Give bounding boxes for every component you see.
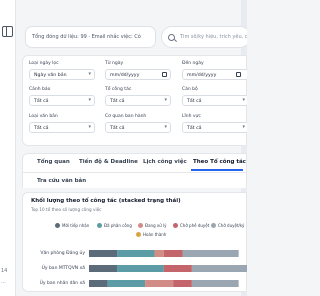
- bar-segment[interactable]: [163, 250, 183, 257]
- sidebar-toggle-icon[interactable]: [2, 26, 13, 37]
- filter-label-loai-ngay-loc: Loại ngày lọc: [29, 61, 59, 66]
- tab-divider: [23, 172, 247, 173]
- linh-vuc-select[interactable]: Tất cả: [182, 122, 247, 133]
- bar-segment[interactable]: [89, 280, 108, 287]
- filter-label-co-quan-ban-hanh: Cơ quan ban hành: [105, 114, 147, 119]
- bar-segment[interactable]: [191, 265, 247, 272]
- den-ngay-date-input[interactable]: mm/dd/yyyy: [182, 69, 247, 80]
- bar-segment[interactable]: [154, 250, 164, 257]
- loai-ngay-loc-select[interactable]: Ngày văn bản: [29, 69, 95, 80]
- calendar-icon[interactable]: [162, 72, 167, 77]
- bar-segment[interactable]: [107, 280, 146, 287]
- rail-bottom-text: 14: [1, 268, 8, 274]
- filter-label-canh-bao: Cảnh báo: [29, 87, 51, 92]
- bar-segment[interactable]: [145, 280, 174, 287]
- left-rail: 14 ...: [0, 0, 16, 296]
- search-icon: [168, 33, 175, 41]
- filter-label-to-cong-tac: Tổ công tác: [105, 87, 132, 92]
- den-ngay-value: mm/dd/yyyy: [187, 72, 217, 78]
- stacked-bar-chart: [89, 250, 247, 287]
- tab-theo-to-cong-tac[interactable]: Theo Tổ công tác: [193, 159, 246, 165]
- calendar-icon[interactable]: [236, 72, 241, 77]
- filter-label-can-bo: Cán bộ: [182, 87, 198, 92]
- chart-panel: Khối lượng theo tổ công tác (stacked trạ…: [22, 192, 247, 292]
- to-cong-tac-select[interactable]: Tất cả: [105, 95, 171, 106]
- bar-segment[interactable]: [89, 250, 118, 257]
- filter-label-linh-vuc: Lĩnh vực: [182, 114, 201, 119]
- filter-label-tu-ngay: Từ ngày: [105, 61, 124, 66]
- rail-bottom-text-2: ...: [1, 279, 6, 285]
- tab-tien-do[interactable]: Tiến độ & Deadline: [79, 159, 138, 165]
- canh-bao-select[interactable]: Tất cả: [29, 95, 95, 106]
- filter-label-loai-van-ban: Loại văn bản: [29, 114, 58, 119]
- loai-van-ban-select[interactable]: Tất cả: [29, 122, 95, 133]
- tu-ngay-date-input[interactable]: mm/dd/yyyy: [105, 69, 171, 80]
- search-box[interactable]: [161, 26, 247, 48]
- bar-segment[interactable]: [182, 250, 239, 257]
- filter-panel: Loại ngày lọc Ngày văn bản Từ ngày mm/dd…: [22, 55, 247, 146]
- bar-segment[interactable]: [163, 265, 192, 272]
- active-tab-indicator: [191, 169, 243, 171]
- summary-text: Tổng đóng dữ liệu: 99 · Email nhắc việc:…: [25, 26, 156, 48]
- bar-segment[interactable]: [117, 250, 155, 257]
- bar-segment[interactable]: [173, 280, 192, 287]
- co-quan-ban-hanh-select[interactable]: Tất cả: [105, 122, 171, 133]
- can-bo-select[interactable]: Tất cả: [182, 95, 247, 106]
- filter-label-den-ngay: Đến ngày: [182, 61, 204, 66]
- bar-segment[interactable]: [89, 265, 118, 272]
- dashboard-page: 14 ... Tổng đóng dữ liệu: 99 · Email nhắ…: [0, 0, 247, 296]
- tab-tong-quan[interactable]: Tổng quan: [37, 159, 70, 165]
- tab-bar: Tổng quan Tiến độ & Deadline Lịch công v…: [22, 153, 247, 188]
- search-input[interactable]: [180, 34, 247, 40]
- bar-segment[interactable]: [191, 280, 239, 287]
- tab-lich-cong-viec[interactable]: Lịch công việc: [143, 159, 187, 165]
- header: Tổng đóng dữ liệu: 99 · Email nhắc việc:…: [22, 18, 247, 53]
- bar-segment[interactable]: [117, 265, 164, 272]
- tab-tra-cuu-van-ban[interactable]: Tra cứu văn bản: [37, 178, 86, 184]
- tu-ngay-value: mm/dd/yyyy: [110, 72, 140, 78]
